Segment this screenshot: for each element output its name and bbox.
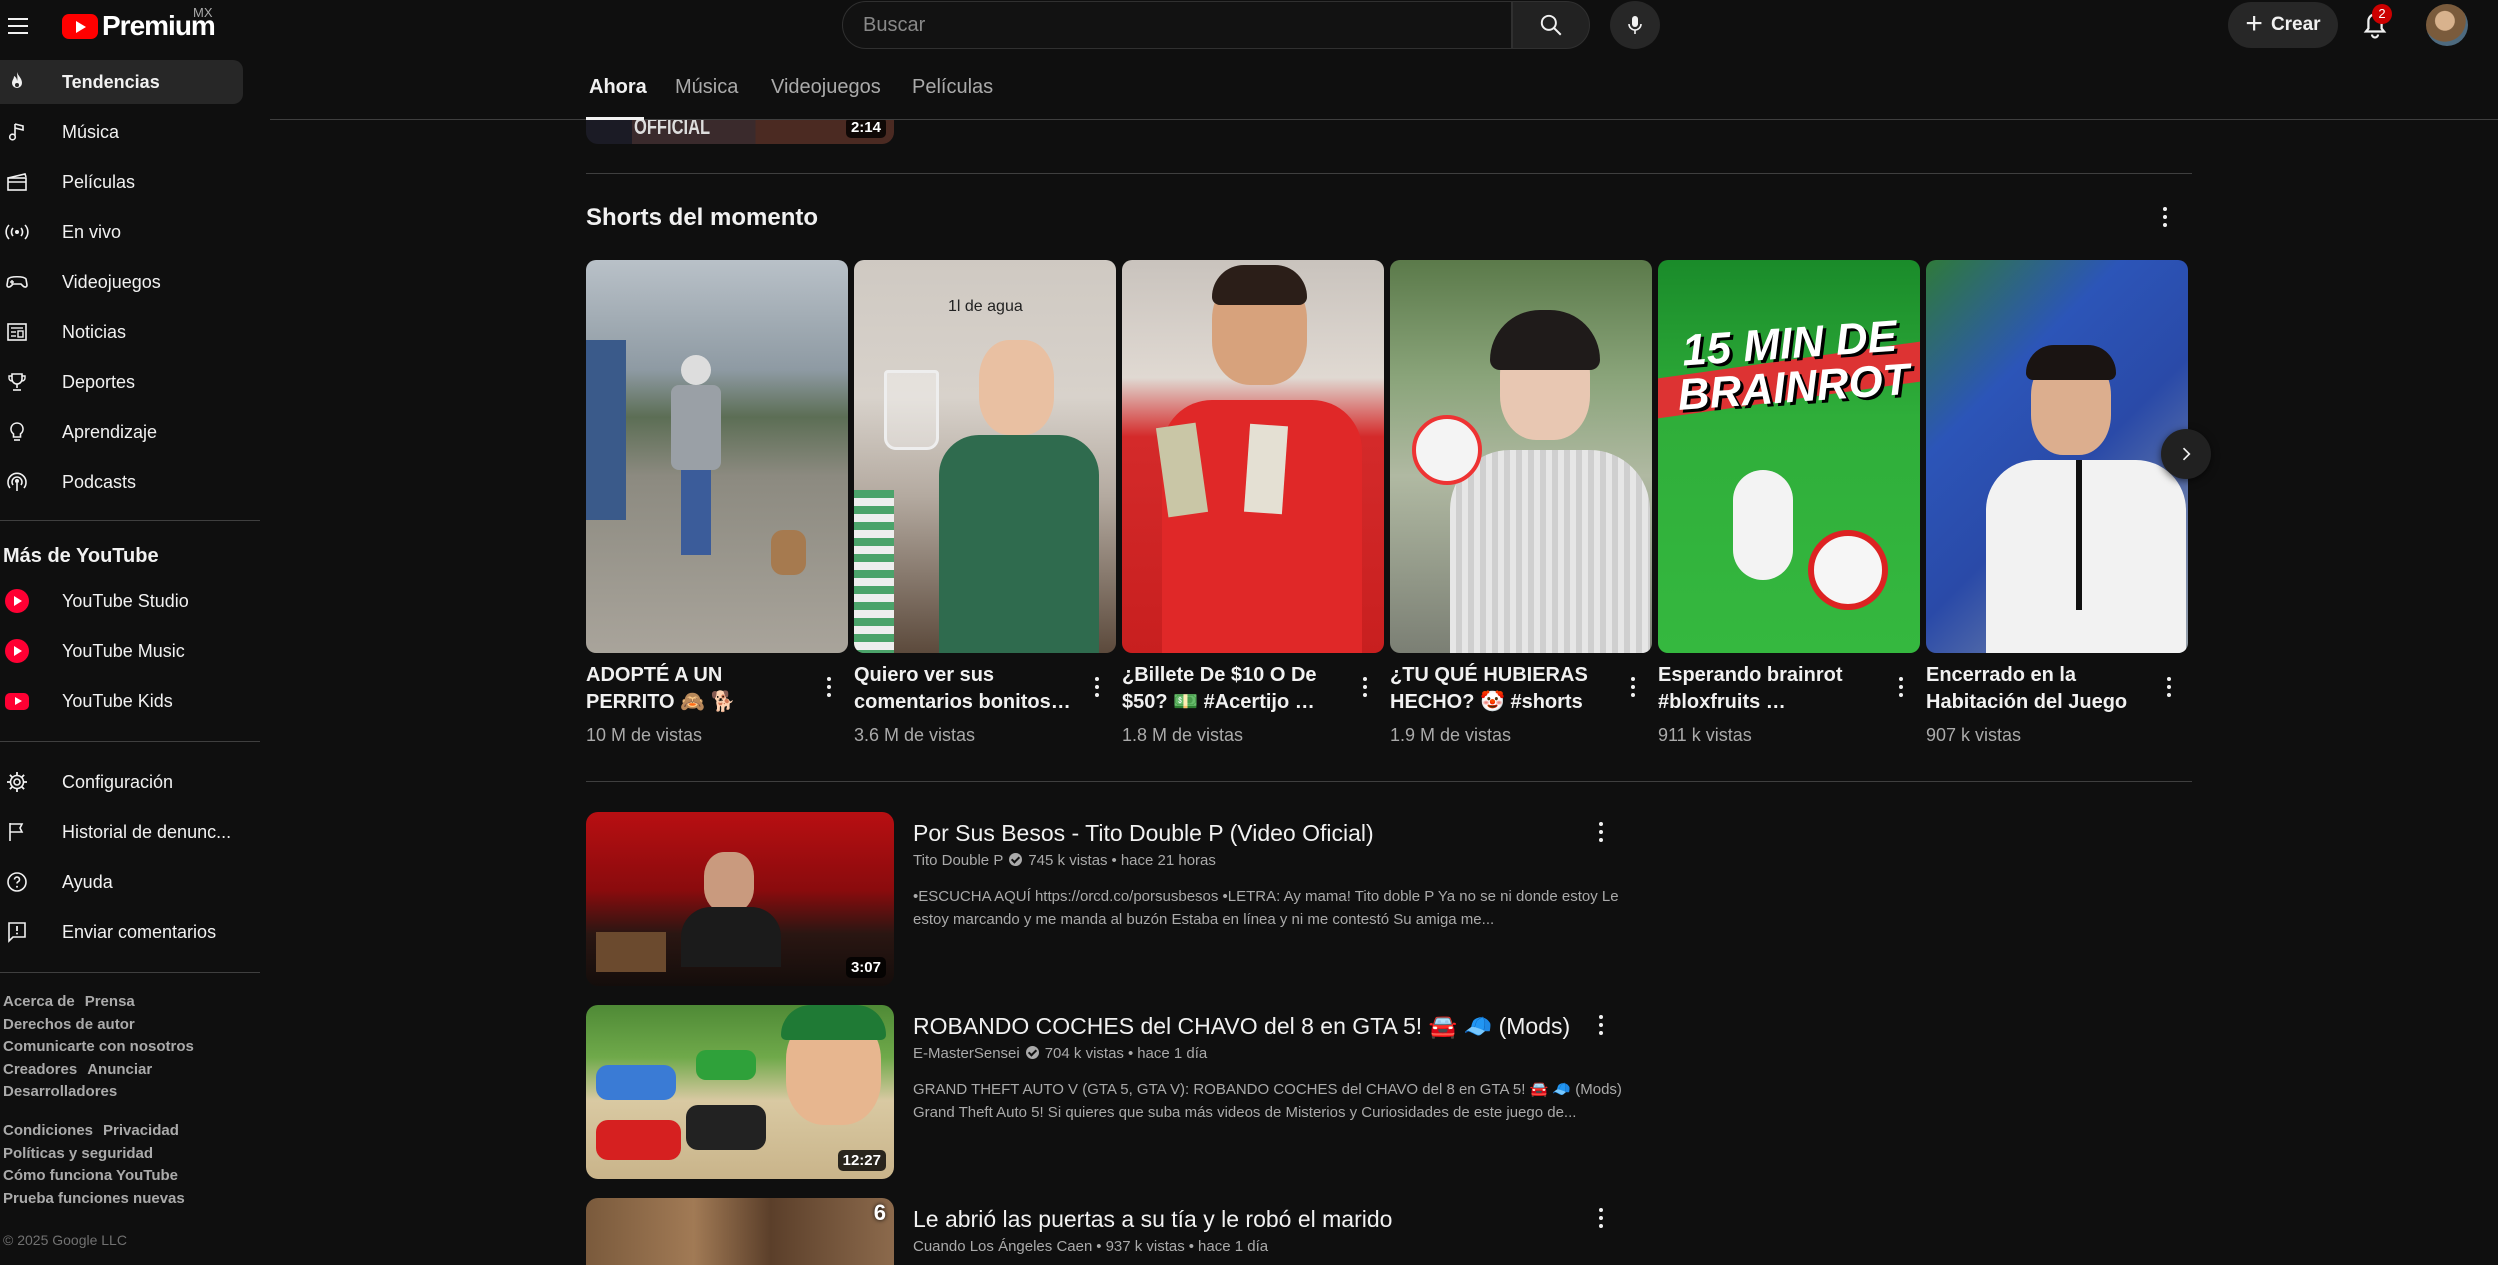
short-more-options-icon[interactable] [1082, 672, 1112, 702]
short-title[interactable]: ¿TU QUÉ HUBIERAS HECHO? 🤡 #shorts [1390, 662, 1612, 716]
avatar[interactable] [2426, 4, 2468, 46]
tab-musica[interactable]: Música [675, 76, 738, 99]
view-count: 745 k vistas [1028, 852, 1108, 869]
section-divider [586, 781, 2192, 782]
active-tab-indicator [586, 117, 644, 120]
upload-age: hace 21 horas [1120, 852, 1216, 869]
channel-name[interactable]: E-MasterSensei [913, 1045, 1020, 1062]
video-meta: Tito Double P 745 k vistas • hace 21 horas [913, 852, 1216, 869]
view-count: 704 k vistas [1044, 1045, 1124, 1062]
upload-age: hace 1 día [1137, 1045, 1208, 1062]
short-thumbnail[interactable] [1122, 260, 1384, 653]
trending-tabs: Ahora Música Videojuegos Películas [270, 56, 2498, 120]
video-more-options-icon[interactable] [1586, 817, 1616, 847]
verified-icon [1025, 1046, 1039, 1059]
short-thumbnail[interactable] [1926, 260, 2188, 653]
short-views: 911 k vistas [1658, 725, 1752, 745]
create-button[interactable]: + Crear [2228, 2, 2338, 48]
upload-age: hace 1 día [1198, 1238, 1269, 1255]
short-item[interactable]: ¿Billete De $10 O De $50? 💵 #Acertijo … … [1122, 260, 1384, 745]
main-content: OFFICIAL 2:14 Shorts del momento ADOPTÉ … [0, 0, 2498, 1265]
video-item[interactable]: 12:27 ROBANDO COCHES del CHAVO del 8 en … [586, 1005, 1636, 1179]
short-overlay-text: 15 MIN DE BRAINROT [1676, 311, 1912, 420]
video-more-options-icon[interactable] [1586, 1010, 1616, 1040]
menu-icon[interactable] [2, 10, 34, 42]
short-item[interactable]: ADOPTÉ A UN PERRITO 🙈 🐕 10 M de vistas [586, 260, 848, 745]
short-title[interactable]: ¿Billete De $10 O De $50? 💵 #Acertijo … [1122, 662, 1344, 716]
video-more-options-icon[interactable] [1586, 1203, 1616, 1233]
short-thumbnail[interactable] [586, 260, 848, 653]
short-title[interactable]: Esperando brainrot #bloxfruits … [1658, 662, 1880, 716]
notification-count-badge: 2 [2372, 4, 2392, 24]
short-views: 3.6 M de vistas [854, 725, 976, 745]
shelf-next-button[interactable] [2161, 429, 2211, 479]
short-views: 1.9 M de vistas [1390, 725, 1512, 745]
thumbnail-badge: 6 [873, 1200, 886, 1225]
short-item[interactable]: Encerrado en la Habitación del Juego … 9… [1926, 260, 2188, 745]
short-thumbnail[interactable]: 1l de agua [854, 260, 1116, 653]
video-meta: Cuando Los Ángeles Caen • 937 k vistas • hac… [913, 1238, 1269, 1255]
short-title[interactable]: Encerrado en la Habitación del Juego … [1926, 662, 2148, 716]
plus-icon: + [2245, 6, 2263, 40]
search-button[interactable] [1512, 1, 1590, 49]
section-divider [586, 173, 2192, 174]
video-title[interactable]: Le abrió las puertas a su tía y le robó … [913, 1206, 1392, 1233]
video-title[interactable]: Por Sus Besos - Tito Double P (Video Ofi… [913, 820, 1374, 847]
video-meta: E-MasterSensei 704 k vistas • hace 1 día [913, 1045, 1208, 1062]
search-icon [1540, 14, 1562, 36]
voice-search-button[interactable] [1610, 1, 1660, 49]
video-item[interactable]: 6 Le abrió las puertas a su tía y le rob… [586, 1198, 1636, 1265]
shelf-more-options-icon[interactable] [2150, 202, 2180, 232]
video-thumbnail[interactable]: 6 [586, 1198, 894, 1265]
short-item[interactable]: 1l de agua Quiero ver sus comentarios bo… [854, 260, 1116, 745]
short-more-options-icon[interactable] [1350, 672, 1380, 702]
video-description: •ESCUCHA AQUÍ https://orcd.co/porsusbeso… [913, 888, 1619, 928]
shorts-shelf-title: Shorts del momento [586, 204, 819, 231]
tab-videojuegos[interactable]: Videojuegos [771, 76, 881, 99]
search-placeholder: Buscar [863, 13, 926, 36]
short-views: 1.8 M de vistas [1122, 725, 1244, 745]
short-item[interactable]: 15 MIN DE BRAINROT Esperando brainrot #b… [1658, 260, 1920, 745]
short-views: 10 M de vistas [586, 725, 703, 745]
short-more-options-icon[interactable] [814, 672, 844, 702]
video-duration: 2:14 [845, 117, 886, 138]
video-duration: 12:27 [837, 1150, 886, 1171]
video-item[interactable]: 3:07 Por Sus Besos - Tito Double P (Vide… [586, 812, 1636, 986]
video-thumbnail[interactable]: 3:07 [586, 812, 894, 986]
search-input[interactable]: Buscar [842, 1, 1512, 49]
masthead: Premium MX Buscar + Crear 2 [0, 0, 2498, 56]
video-description: GRAND THEFT AUTO V (GTA 5, GTA V): ROBAN… [913, 1081, 1622, 1121]
short-more-options-icon[interactable] [2154, 672, 2184, 702]
microphone-icon [1628, 16, 1642, 34]
short-title[interactable]: Quiero ver sus comentarios bonitos… [854, 662, 1076, 716]
short-more-options-icon[interactable] [1886, 672, 1916, 702]
video-thumbnail[interactable]: 12:27 [586, 1005, 894, 1179]
short-views: 907 k vistas [1926, 725, 2022, 745]
channel-name[interactable]: Cuando Los Ángeles Caen [913, 1238, 1092, 1255]
logo-country-code: MX [193, 5, 213, 20]
verified-icon [1009, 853, 1023, 866]
short-title[interactable]: ADOPTÉ A UN PERRITO 🙈 🐕 [586, 662, 808, 716]
short-more-options-icon[interactable] [1618, 672, 1648, 702]
video-title[interactable]: ROBANDO COCHES del CHAVO del 8 en GTA 5!… [913, 1013, 1570, 1040]
youtube-logo-icon [62, 13, 98, 39]
chevron-right-icon [2182, 447, 2191, 461]
short-item[interactable]: ¿TU QUÉ HUBIERAS HECHO? 🤡 #shorts 1.9 M … [1390, 260, 1652, 745]
tab-peliculas[interactable]: Películas [912, 76, 993, 99]
view-count: 937 k vistas [1105, 1238, 1185, 1255]
short-overlay-text: 1l de agua [948, 298, 1023, 315]
youtube-premium-logo[interactable]: Premium [62, 10, 216, 42]
video-duration: 3:07 [845, 957, 886, 978]
tab-ahora[interactable]: Ahora [589, 76, 647, 99]
create-label: Crear [2270, 14, 2321, 35]
channel-name[interactable]: Tito Double P [913, 852, 1003, 869]
short-thumbnail[interactable] [1390, 260, 1652, 653]
short-thumbnail[interactable]: 15 MIN DE BRAINROT [1658, 260, 1920, 653]
